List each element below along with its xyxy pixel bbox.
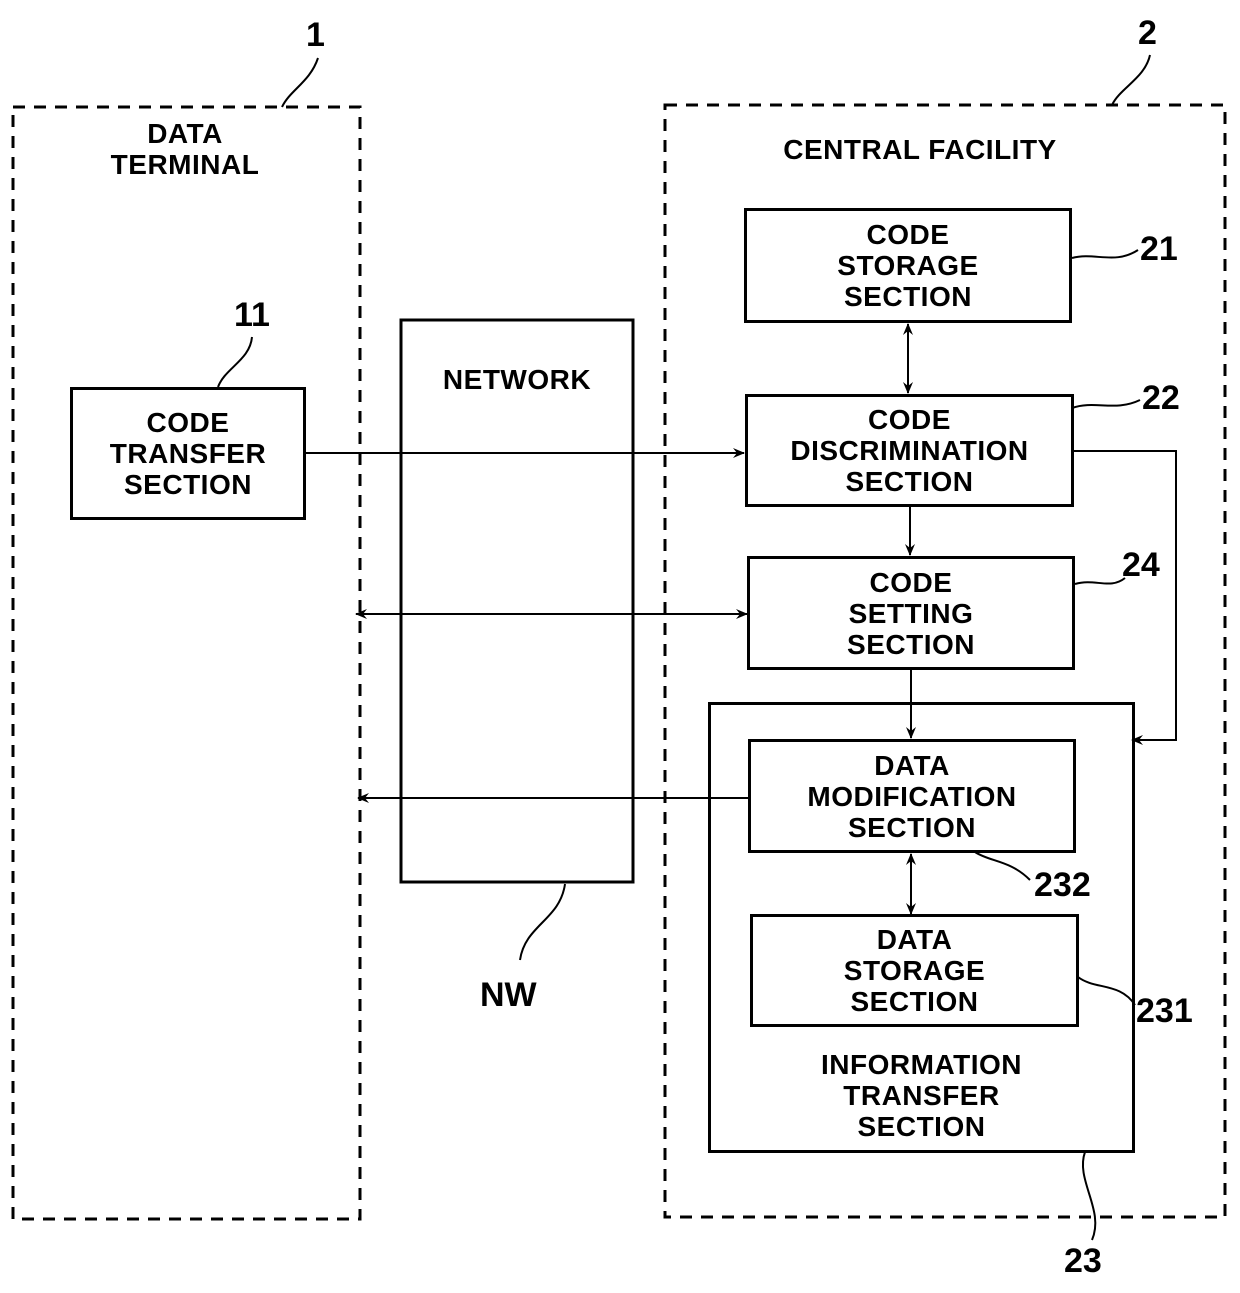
leader-line-nw — [519, 883, 566, 961]
code-setting-section: CODE SETTING SECTION — [747, 556, 1075, 670]
arrow-discrimination-to-info-transfer — [1074, 450, 1177, 745]
data-modification-section: DATA MODIFICATION SECTION — [748, 739, 1076, 853]
code-discrimination-section: CODE DISCRIMINATION SECTION — [745, 394, 1074, 507]
leader-line-24 — [1074, 577, 1126, 585]
ref-numeral-1: 1 — [306, 16, 325, 54]
leader-line-2 — [1111, 54, 1151, 106]
leader-line-23 — [1082, 1151, 1097, 1241]
data-modification-label: DATA MODIFICATION SECTION — [807, 749, 1017, 843]
code-transfer-label: CODE TRANSFER SECTION — [109, 407, 267, 500]
ref-numeral-21: 21 — [1140, 230, 1178, 268]
leader-line-21 — [1071, 249, 1139, 259]
code-setting-label: CODE SETTING SECTION — [847, 566, 975, 660]
leader-line-22 — [1071, 399, 1141, 409]
ref-numeral-232: 232 — [1034, 866, 1091, 904]
leader-line-11 — [217, 336, 253, 388]
data-terminal-enclosure — [11, 105, 362, 1221]
ref-numeral-nw: NW — [480, 976, 537, 1014]
code-storage-label: CODE STORAGE SECTION — [837, 219, 979, 312]
data-storage-section: DATA STORAGE SECTION — [750, 914, 1079, 1027]
ref-numeral-231: 231 — [1136, 992, 1193, 1030]
central-facility-title: CENTRAL FACILITY — [783, 134, 1057, 165]
data-storage-label: DATA STORAGE SECTION — [843, 924, 986, 1017]
ref-numeral-24: 24 — [1122, 546, 1160, 584]
data-terminal-title: DATA TERMINAL — [110, 118, 260, 180]
ref-numeral-22: 22 — [1142, 379, 1180, 417]
ref-numeral-2: 2 — [1138, 14, 1157, 52]
code-transfer-section: CODE TRANSFER SECTION — [70, 387, 306, 520]
leader-line-1 — [281, 57, 319, 108]
code-storage-section: CODE STORAGE SECTION — [744, 208, 1072, 323]
code-discrimination-label: CODE DISCRIMINATION SECTION — [790, 404, 1029, 497]
ref-numeral-11: 11 — [234, 296, 270, 334]
ref-numeral-23: 23 — [1064, 1242, 1102, 1280]
network-title: NETWORK — [442, 364, 592, 395]
information-transfer-label: INFORMATION TRANSFER SECTION — [821, 1049, 1022, 1142]
